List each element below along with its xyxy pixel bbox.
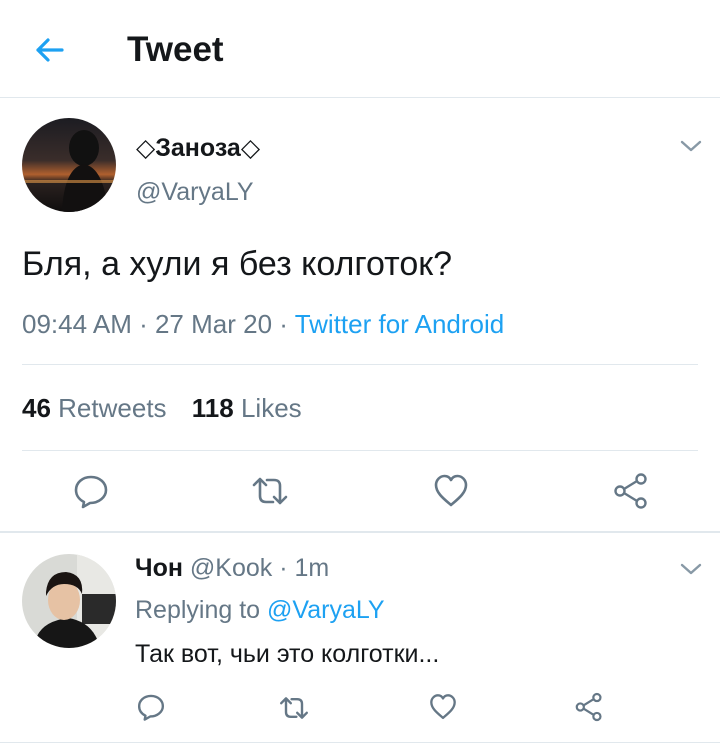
reply-time: 1m: [294, 554, 330, 582]
reply-reply-button[interactable]: [136, 692, 166, 722]
chevron-down-icon: [680, 140, 702, 152]
like-button[interactable]: [432, 473, 470, 509]
retweets-count: 46: [22, 393, 51, 423]
reply-retweet-button[interactable]: [278, 694, 310, 722]
reply-avatar[interactable]: [22, 554, 116, 648]
share-icon: [614, 473, 647, 509]
share-icon: [575, 692, 602, 722]
meta-separator: ·: [131, 309, 155, 339]
tweet-date: 27 Mar 20: [154, 309, 273, 339]
top-bar: Tweet: [0, 0, 720, 98]
reply-avatar-image: [22, 554, 116, 648]
likes-label: Likes: [240, 393, 302, 423]
reply-header: Чон @Kook · 1m: [135, 552, 329, 584]
back-button[interactable]: [30, 30, 70, 70]
tweet-source-link[interactable]: Twitter for Android: [295, 309, 505, 339]
tweet-text: Бля, а хули я без колготок?: [22, 245, 453, 283]
replying-to-label: Replying to: [135, 596, 261, 624]
chevron-down-icon: [680, 563, 702, 575]
retweets-label: Retweets: [58, 393, 167, 423]
like-icon: [434, 474, 468, 507]
engagement-stats: 46 Retweets 118 Likes: [22, 392, 320, 424]
page-title: Tweet: [127, 30, 224, 69]
author-handle[interactable]: @VaryaLY: [136, 176, 254, 208]
retweet-button[interactable]: [250, 474, 290, 508]
retweets-stat[interactable]: 46 Retweets: [22, 393, 167, 423]
tweet-menu-button[interactable]: [678, 137, 704, 155]
retweet-icon: [252, 477, 288, 505]
meta-separator: ·: [272, 309, 295, 339]
likes-count: 118: [191, 393, 234, 423]
reply-separator: ·: [272, 554, 295, 582]
avatar-image: [22, 118, 116, 212]
section-divider: [0, 531, 720, 533]
reply-text: Так вот, чьи это колготки...: [135, 640, 440, 668]
avatar[interactable]: [22, 118, 116, 212]
likes-stat[interactable]: 118 Likes: [192, 393, 302, 423]
bottom-divider: [0, 742, 720, 743]
reply-icon: [137, 694, 165, 721]
reply-menu-button[interactable]: [678, 560, 704, 578]
replying-to-handle[interactable]: @VaryaLY: [267, 596, 385, 624]
reply-author-name[interactable]: Чон: [135, 554, 183, 582]
like-icon: [430, 694, 456, 720]
reply-button[interactable]: [72, 472, 110, 510]
retweet-icon: [280, 697, 308, 719]
tweet-time: 09:44 AM: [22, 309, 132, 339]
reply-icon: [74, 475, 108, 509]
reply-author-handle[interactable]: @Kook: [190, 554, 272, 582]
divider: [22, 364, 698, 365]
back-arrow-icon: [36, 38, 64, 62]
reply-share-button[interactable]: [574, 692, 604, 722]
divider: [22, 450, 698, 451]
share-button[interactable]: [612, 472, 650, 510]
replying-to: Replying to @VaryaLY: [135, 594, 385, 626]
reply-like-button[interactable]: [428, 693, 458, 721]
tweet-meta: 09:44 AM · 27 Mar 20 · Twitter for Andro…: [22, 308, 504, 340]
author-display-name[interactable]: ◇Заноза◇: [136, 132, 260, 164]
